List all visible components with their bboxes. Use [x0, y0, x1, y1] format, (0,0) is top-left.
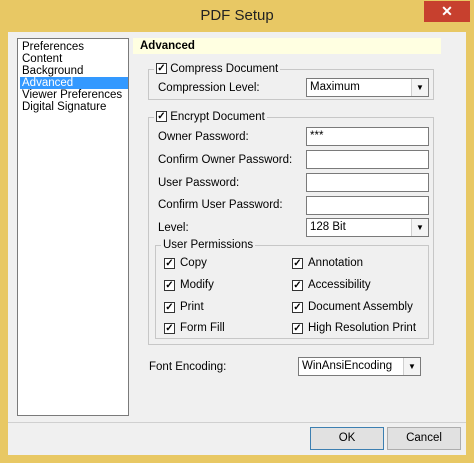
nav-item-digital-signature[interactable]: Digital Signature	[20, 101, 128, 113]
font-encoding-value: WinAnsiEncoding	[302, 360, 393, 372]
font-encoding-label: Font Encoding:	[149, 361, 227, 373]
chevron-down-icon: ▼	[411, 219, 428, 236]
chevron-down-icon: ▼	[403, 358, 420, 375]
owner-password-label: Owner Password:	[158, 131, 249, 143]
copy-label: Copy	[180, 257, 207, 269]
user-password-field[interactable]	[306, 173, 429, 192]
document-assembly-checkbox[interactable]	[292, 302, 303, 313]
encrypt-label: Encrypt Document	[170, 111, 265, 123]
print-checkbox[interactable]	[164, 302, 175, 313]
confirm-owner-password-field[interactable]	[306, 150, 429, 169]
encryption-level-value: 128 Bit	[310, 221, 346, 233]
compression-level-value: Maximum	[310, 81, 360, 93]
chevron-down-icon: ▼	[411, 79, 428, 96]
user-password-label: User Password:	[158, 177, 240, 189]
accessibility-label: Accessibility	[308, 279, 371, 291]
annotation-checkbox[interactable]	[292, 258, 303, 269]
owner-password-field[interactable]: ***	[306, 127, 429, 146]
compress-checkbox[interactable]	[156, 63, 167, 75]
footer-divider	[8, 422, 466, 423]
copy-checkbox[interactable]	[164, 258, 175, 269]
confirm-user-password-label: Confirm User Password:	[158, 199, 283, 211]
confirm-owner-password-label: Confirm Owner Password:	[158, 154, 293, 166]
font-encoding-select[interactable]: WinAnsiEncoding ▼	[298, 357, 421, 376]
encrypt-checkbox[interactable]	[156, 111, 167, 123]
nav-item-advanced[interactable]: Advanced	[20, 77, 128, 89]
nav-item-preferences[interactable]: Preferences	[20, 41, 128, 53]
encryption-level-label: Level:	[158, 222, 189, 234]
encryption-level-select[interactable]: 128 Bit ▼	[306, 218, 429, 237]
close-icon: ✕	[441, 3, 453, 19]
nav-item-viewer-preferences[interactable]: Viewer Preferences	[20, 89, 128, 101]
print-label: Print	[180, 301, 204, 313]
user-permissions-legend: User Permissions	[161, 239, 256, 251]
compress-legend: Compress Document	[154, 63, 281, 75]
nav-item-content[interactable]: Content	[20, 53, 128, 65]
annotation-label: Annotation	[308, 257, 363, 269]
close-button[interactable]: ✕	[424, 1, 470, 22]
compression-level-label: Compression Level:	[158, 82, 260, 94]
form-fill-label: Form Fill	[180, 322, 225, 334]
cancel-button[interactable]: Cancel	[387, 427, 461, 450]
confirm-user-password-field[interactable]	[306, 196, 429, 215]
high-resolution-print-checkbox[interactable]	[292, 323, 303, 334]
compression-level-select[interactable]: Maximum ▼	[306, 78, 429, 97]
modify-label: Modify	[180, 279, 214, 291]
compress-label: Compress Document	[170, 63, 279, 75]
ok-button[interactable]: OK	[310, 427, 384, 450]
panel-header: Advanced	[133, 38, 441, 54]
window-title: PDF Setup	[200, 7, 274, 24]
document-assembly-label: Document Assembly	[308, 301, 413, 313]
accessibility-checkbox[interactable]	[292, 280, 303, 291]
form-fill-checkbox[interactable]	[164, 323, 175, 334]
encrypt-legend: Encrypt Document	[154, 111, 267, 123]
modify-checkbox[interactable]	[164, 280, 175, 291]
nav-item-background[interactable]: Background	[20, 65, 128, 77]
high-resolution-print-label: High Resolution Print	[308, 322, 417, 334]
settings-nav-list[interactable]: Preferences Content Background Advanced …	[17, 38, 129, 416]
